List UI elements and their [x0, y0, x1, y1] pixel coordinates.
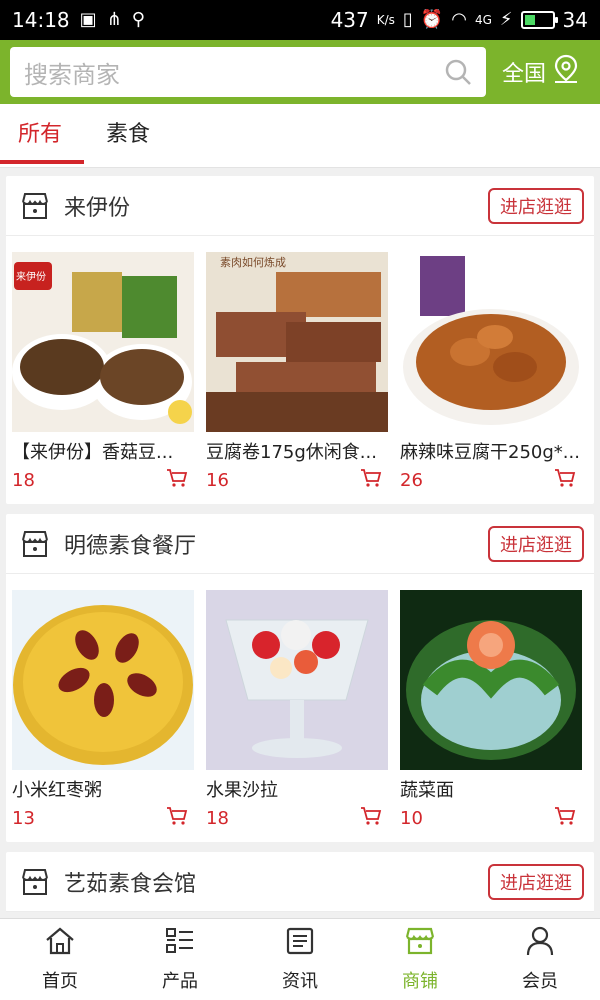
battery-level: 34: [562, 8, 588, 32]
brand-badge: 来伊份: [16, 272, 46, 283]
charging-icon: ⚡: [499, 9, 513, 30]
gallery-icon: ▣: [79, 9, 97, 30]
search-input[interactable]: 搜索商家: [24, 55, 444, 90]
nav-label: 会员: [522, 971, 558, 992]
product-name[interactable]: 小米红枣粥: [12, 776, 194, 802]
share-icon: ⋔: [106, 9, 122, 30]
news-icon: [284, 926, 316, 961]
product-price: 18: [12, 469, 35, 491]
product-card[interactable]: 小米红枣粥 13: [12, 590, 194, 830]
region-label: 全国: [502, 62, 547, 87]
shop-card: 明德素食餐厅 进店逛逛 小米红枣粥 13 水果沙拉 18 蔬菜面 10: [6, 514, 594, 842]
cart-icon[interactable]: [554, 806, 576, 830]
visit-shop-button[interactable]: 进店逛逛: [488, 187, 584, 224]
visit-shop-button[interactable]: 进店逛逛: [488, 863, 584, 900]
shop-list[interactable]: 来伊份 进店逛逛 来伊份 【来伊份】香菇豆... 18 素肉如何炼成 豆腐卷17…: [0, 170, 600, 918]
product-card[interactable]: 来伊份 【来伊份】香菇豆... 18: [12, 252, 194, 492]
product-card[interactable]: 蔬菜面 10: [400, 590, 582, 830]
nav-products[interactable]: 产品: [120, 919, 240, 1000]
net-unit: K/s: [376, 13, 395, 27]
products-icon: [164, 926, 196, 961]
product-price: 26: [400, 469, 423, 491]
product-card[interactable]: 素肉如何炼成 豆腐卷175g休闲食... 16: [206, 252, 388, 492]
product-price: 18: [206, 807, 229, 829]
header: 搜索商家 全国: [0, 40, 600, 104]
product-image[interactable]: 素肉如何炼成: [206, 252, 388, 432]
product-image[interactable]: [400, 252, 582, 432]
tab-indicator: [0, 160, 84, 164]
net-speed: 437: [330, 8, 369, 32]
vibrate-icon: ▯: [402, 9, 413, 30]
shop-card: 艺茹素食会馆 进店逛逛: [6, 852, 594, 912]
cart-icon[interactable]: [360, 806, 382, 830]
product-image[interactable]: [206, 590, 388, 770]
nav-label: 商铺: [402, 971, 438, 992]
product-image[interactable]: [12, 590, 194, 770]
product-card[interactable]: 麻辣味豆腐干250g*... 26: [400, 252, 582, 492]
product-price: 16: [206, 469, 229, 491]
region-selector[interactable]: 全国: [502, 54, 580, 90]
store-icon: [20, 867, 50, 897]
member-icon: [524, 926, 556, 961]
image-caption: 素肉如何炼成: [220, 256, 286, 269]
status-bar: 14:18 ▣ ⋔ ⚲ 437 K/s ▯ ⏰ ◠ 4G ⚡ 34: [0, 0, 600, 40]
nav-news[interactable]: 资讯: [240, 919, 360, 1000]
cart-icon[interactable]: [166, 806, 188, 830]
shop-icon: [404, 926, 436, 961]
shop-name[interactable]: 艺茹素食会馆: [64, 866, 488, 898]
product-price: 13: [12, 807, 35, 829]
category-tabs: 所有 素食: [0, 104, 600, 168]
product-name[interactable]: 麻辣味豆腐干250g*...: [400, 438, 582, 464]
cart-icon[interactable]: [166, 468, 188, 492]
product-name[interactable]: 【来伊份】香菇豆...: [12, 438, 194, 464]
nav-label: 首页: [42, 971, 78, 992]
bottom-nav: 首页 产品 资讯 商铺 会员: [0, 918, 600, 1000]
nav-member[interactable]: 会员: [480, 919, 600, 1000]
product-name[interactable]: 豆腐卷175g休闲食...: [206, 438, 388, 464]
status-time: 14:18: [12, 8, 70, 32]
battery-icon: [520, 11, 558, 29]
nav-home[interactable]: 首页: [0, 919, 120, 1000]
tab-all[interactable]: 所有: [18, 104, 62, 168]
cart-icon[interactable]: [360, 468, 382, 492]
cart-icon[interactable]: [554, 468, 576, 492]
shop-card: 来伊份 进店逛逛 来伊份 【来伊份】香菇豆... 18 素肉如何炼成 豆腐卷17…: [6, 176, 594, 504]
shop-name[interactable]: 来伊份: [64, 190, 488, 222]
tab-vegetarian[interactable]: 素食: [106, 104, 150, 168]
product-price: 10: [400, 807, 423, 829]
home-icon: [44, 926, 76, 961]
search-box[interactable]: 搜索商家: [10, 47, 486, 97]
alarm-icon: ⏰: [420, 9, 444, 30]
store-icon: [20, 191, 50, 221]
product-image[interactable]: 来伊份: [12, 252, 194, 432]
signal-label: 4G: [474, 13, 492, 27]
product-name[interactable]: 蔬菜面: [400, 776, 582, 802]
nav-label: 资讯: [282, 971, 318, 992]
product-card[interactable]: 水果沙拉 18: [206, 590, 388, 830]
product-image[interactable]: [400, 590, 582, 770]
nav-label: 产品: [162, 971, 198, 992]
visit-shop-button[interactable]: 进店逛逛: [488, 525, 584, 562]
nav-shops[interactable]: 商铺: [360, 919, 480, 1000]
product-name[interactable]: 水果沙拉: [206, 776, 388, 802]
store-icon: [20, 529, 50, 559]
location-icon: [552, 54, 580, 90]
shop-name[interactable]: 明德素食餐厅: [64, 528, 488, 560]
wifi-icon: ◠: [451, 9, 467, 30]
search-icon[interactable]: [444, 58, 472, 86]
usb-icon: ⚲: [131, 9, 145, 30]
